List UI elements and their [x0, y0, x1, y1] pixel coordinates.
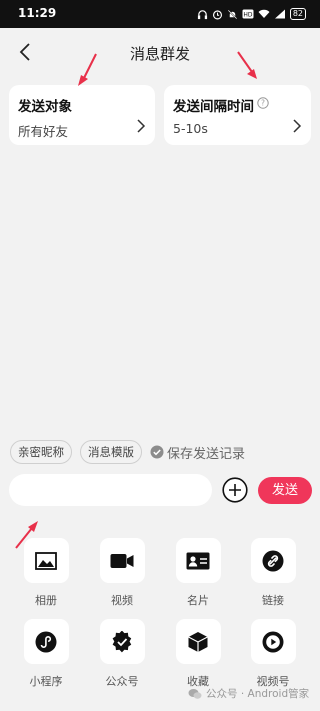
status-icons: HD 82	[197, 7, 306, 21]
send-target-title: 发送对象	[18, 99, 72, 115]
headset-icon	[197, 9, 207, 19]
send-target-value: 所有好友	[18, 124, 69, 139]
watermark-text: 公众号 · Android管家	[206, 688, 310, 700]
page-title: 消息群发	[129, 45, 190, 63]
mute-bell-icon	[227, 9, 237, 19]
check-circle-icon	[150, 445, 164, 459]
link-item[interactable]: 链接	[243, 538, 303, 608]
status-time: 11:29	[18, 6, 57, 20]
nav-bar: 消息群发	[0, 28, 320, 76]
signal-icon	[274, 9, 285, 19]
help-icon[interactable]: ?	[257, 97, 269, 109]
link-label: 链接	[262, 594, 284, 607]
mini-program-icon	[35, 631, 57, 652]
battery-indicator: 82	[289, 8, 306, 20]
send-interval-value: 5-10s	[173, 121, 208, 136]
contact-card-icon	[186, 552, 210, 569]
quick-tags-row: 亲密昵称 消息模版 保存发送记录	[10, 440, 245, 464]
official-account-item[interactable]: 公众号	[92, 619, 152, 689]
message-input[interactable]	[9, 474, 212, 506]
wifi-icon	[258, 9, 270, 18]
save-record-toggle[interactable]: 保存发送记录	[150, 443, 245, 462]
template-tag[interactable]: 消息模版	[80, 440, 142, 464]
video-item[interactable]: 视频	[92, 538, 152, 608]
status-bar: 11:29 HD 82	[0, 0, 320, 28]
video-icon	[110, 553, 134, 568]
wechat-logo-icon	[188, 688, 202, 699]
watermark: 公众号 · Android管家	[188, 686, 309, 701]
contact-card-label: 名片	[187, 594, 209, 607]
svg-text:HD: HD	[243, 12, 253, 19]
favorites-icon	[188, 631, 208, 652]
channels-item[interactable]: 视频号	[243, 619, 303, 689]
svg-text:?: ?	[261, 99, 265, 108]
mini-program-item[interactable]: 小程序	[16, 619, 76, 689]
send-interval-card[interactable]: 发送间隔时间 ? 5-10s	[164, 85, 311, 145]
album-item[interactable]: 相册	[16, 538, 76, 608]
official-account-label: 公众号	[105, 675, 139, 688]
contact-card-item[interactable]: 名片	[168, 538, 228, 608]
album-icon	[35, 551, 57, 570]
hd-icon: HD	[242, 9, 254, 19]
video-label: 视频	[111, 594, 133, 607]
alarm-icon	[212, 9, 222, 19]
chevron-right-icon	[137, 119, 146, 133]
official-account-icon	[112, 630, 132, 652]
favorites-item[interactable]: 收藏	[168, 619, 228, 689]
channels-icon	[262, 631, 284, 652]
annotation-arrow-interval	[237, 51, 257, 79]
plus-circle-icon[interactable]	[222, 477, 248, 503]
annotation-arrow-target	[78, 53, 97, 86]
chevron-right-icon	[293, 119, 302, 133]
link-icon	[262, 550, 284, 571]
composer: 发送	[9, 474, 312, 506]
send-target-card[interactable]: 发送对象 所有好友	[9, 85, 155, 145]
nickname-tag[interactable]: 亲密昵称	[10, 440, 72, 464]
send-interval-title: 发送间隔时间	[173, 99, 254, 115]
save-record-label: 保存发送记录	[167, 446, 246, 462]
mini-program-label: 小程序	[29, 675, 63, 688]
send-button[interactable]: 发送	[258, 477, 312, 504]
album-label: 相册	[35, 594, 57, 607]
